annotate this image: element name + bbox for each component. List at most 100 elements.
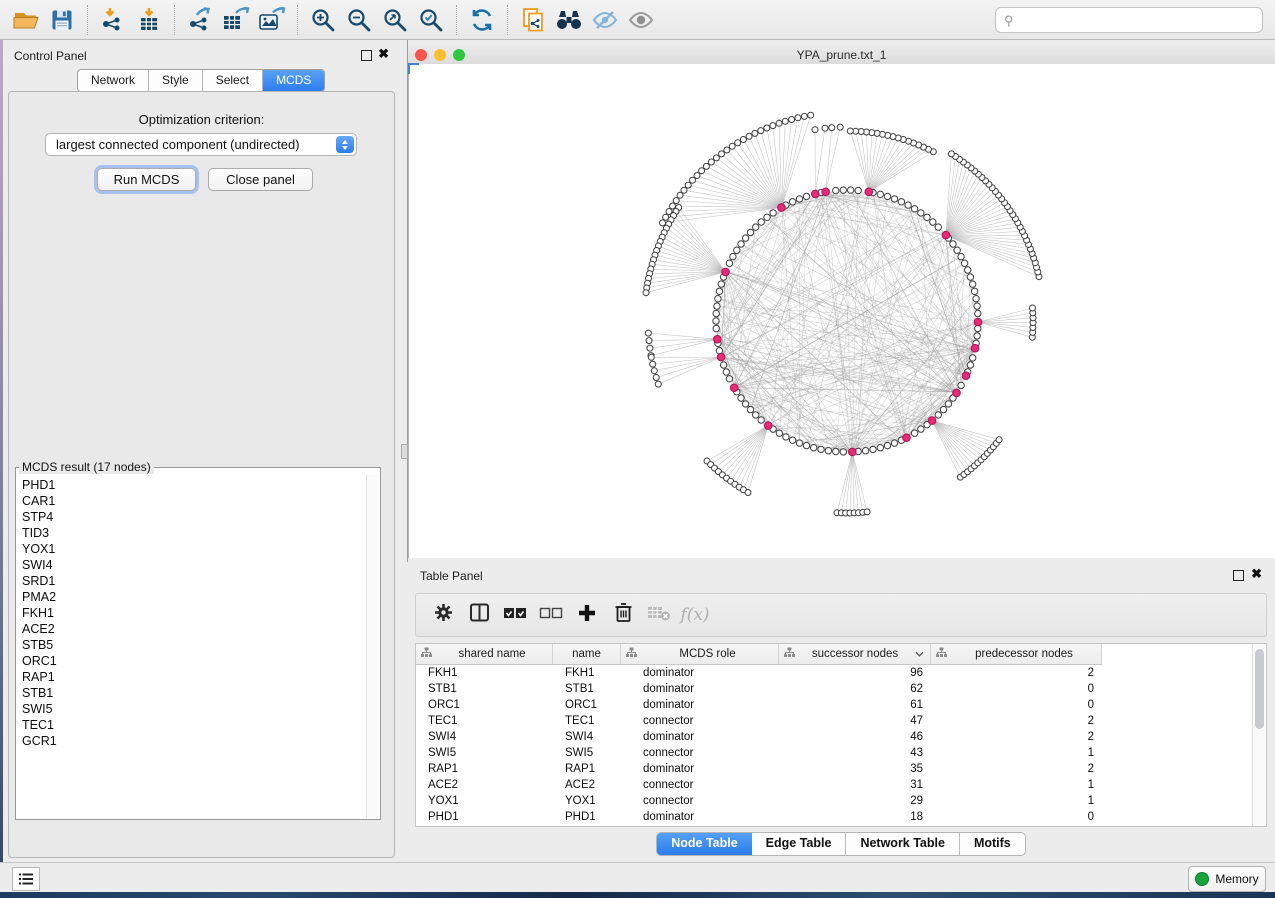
mcds-result-item[interactable]: SWI5: [17, 701, 366, 717]
mcds-result-item[interactable]: GCR1: [17, 733, 366, 749]
column-header-shared-name[interactable]: shared name: [416, 644, 553, 664]
cell-MCDS-role: connector: [621, 715, 779, 727]
duplicate-network-button[interactable]: [515, 4, 551, 36]
tab-motifs[interactable]: Motifs: [960, 833, 1025, 855]
column-header-name[interactable]: name: [553, 644, 621, 664]
table-scrollbar-thumb[interactable]: [1255, 649, 1264, 729]
add-column-icon: [577, 603, 597, 628]
mcds-result-item[interactable]: PMA2: [17, 589, 366, 605]
table-row[interactable]: FKH1FKH1dominator962: [416, 665, 1266, 681]
cell-MCDS-role: dominator: [621, 667, 779, 679]
cell-shared-name: YOX1: [416, 795, 553, 807]
search-box[interactable]: ⚲: [995, 7, 1263, 33]
table-row[interactable]: STB1STB1dominator620: [416, 681, 1266, 697]
mcds-result-item[interactable]: TID3: [17, 525, 366, 541]
column-view-button[interactable]: [464, 600, 494, 630]
tab-edge-table[interactable]: Edge Table: [752, 833, 847, 855]
table-row[interactable]: PHD1PHD1dominator180: [416, 809, 1266, 825]
mcds-result-item[interactable]: PHD1: [17, 477, 366, 493]
zoom-fit-button[interactable]: [377, 4, 413, 36]
tab-network[interactable]: Network: [78, 70, 149, 91]
tab-style[interactable]: Style: [149, 70, 203, 91]
float-panel-icon[interactable]: [361, 50, 372, 61]
mcds-result-item[interactable]: TEC1: [17, 717, 366, 733]
export-network-button[interactable]: [182, 4, 218, 36]
zoom-out-button[interactable]: [341, 4, 377, 36]
find-button[interactable]: [551, 4, 587, 36]
delete-column-button[interactable]: [608, 600, 638, 630]
table-row[interactable]: ACE2ACE2connector311: [416, 777, 1266, 793]
settings-button[interactable]: [428, 600, 458, 630]
mcds-result-item[interactable]: YOX1: [17, 541, 366, 557]
show-all-button[interactable]: [623, 4, 659, 36]
table-row[interactable]: YOX1YOX1connector291: [416, 793, 1266, 809]
tab-network-table[interactable]: Network Table: [846, 833, 960, 855]
table-row[interactable]: RAP1RAP1dominator352: [416, 761, 1266, 777]
cell-MCDS-role: dominator: [621, 811, 779, 823]
search-icon: ⚲: [1004, 14, 1014, 27]
table-toolbar: f(x): [415, 593, 1267, 637]
select-all-columns-button[interactable]: [500, 600, 530, 630]
sort-desc-icon: [915, 648, 924, 660]
close-panel-button[interactable]: Close panel: [208, 168, 313, 191]
show-panels-button[interactable]: [12, 867, 40, 891]
cell-successor-nodes: 29: [779, 795, 931, 807]
refresh-button[interactable]: [464, 4, 500, 36]
save-icon: [50, 8, 74, 32]
mcds-list-scrollbar[interactable]: [366, 475, 379, 818]
mcds-result-item[interactable]: RAP1: [17, 669, 366, 685]
save-button[interactable]: [44, 4, 80, 36]
table-row[interactable]: SWI5SWI5connector431: [416, 745, 1266, 761]
network-canvas[interactable]: [408, 64, 1275, 558]
import-table-button[interactable]: [131, 4, 167, 36]
status-bar: Memory: [0, 862, 1275, 893]
close-table-panel-icon[interactable]: ✖: [1251, 567, 1262, 580]
zoom-selected-button[interactable]: [413, 4, 449, 36]
table-row[interactable]: TEC1TEC1connector472: [416, 713, 1266, 729]
cell-shared-name: SWI5: [416, 747, 553, 759]
table-scrollbar[interactable]: [1252, 644, 1266, 826]
optimization-criterion-select[interactable]: largest connected component (undirected): [45, 133, 357, 156]
cell-shared-name: TEC1: [416, 715, 553, 727]
cell-successor-nodes: 46: [779, 731, 931, 743]
toolbar-separator: [174, 5, 175, 35]
mcds-result-item[interactable]: ORC1: [17, 653, 366, 669]
control-panel-title: Control Panel: [14, 49, 87, 63]
tab-mcds[interactable]: MCDS: [263, 70, 324, 91]
import-network-button[interactable]: [95, 4, 131, 36]
column-label: successor nodes: [795, 648, 915, 660]
mcds-result-item[interactable]: STP4: [17, 509, 366, 525]
mcds-result-item[interactable]: STB5: [17, 637, 366, 653]
column-header-MCDS-role[interactable]: MCDS role: [621, 644, 779, 664]
mcds-result-item[interactable]: STB1: [17, 685, 366, 701]
memory-button[interactable]: Memory: [1188, 866, 1266, 892]
column-header-predecessor-nodes[interactable]: predecessor nodes: [931, 644, 1102, 664]
unselect-all-columns-button[interactable]: [536, 600, 566, 630]
cell-MCDS-role: dominator: [621, 731, 779, 743]
column-header-successor-nodes[interactable]: successor nodes: [779, 644, 931, 664]
tab-node-table[interactable]: Node Table: [657, 833, 751, 855]
export-table-button[interactable]: [218, 4, 254, 36]
network-window-titlebar[interactable]: YPA_prune.txt_1: [408, 45, 1275, 65]
add-column-button[interactable]: [572, 600, 602, 630]
tab-select[interactable]: Select: [203, 70, 263, 91]
cell-shared-name: RAP1: [416, 763, 553, 775]
mcds-result-item[interactable]: SWI4: [17, 557, 366, 573]
cell-successor-nodes: 62: [779, 683, 931, 695]
mcds-result-item[interactable]: SRD1: [17, 573, 366, 589]
run-mcds-button[interactable]: Run MCDS: [97, 168, 196, 191]
open-button[interactable]: [8, 4, 44, 36]
splitter-collapse-handle[interactable]: [401, 444, 408, 459]
table-row[interactable]: SWI4SWI4dominator462: [416, 729, 1266, 745]
hide-selected-button[interactable]: [587, 4, 623, 36]
cell-shared-name: STB1: [416, 683, 553, 695]
zoom-in-button[interactable]: [305, 4, 341, 36]
close-panel-icon[interactable]: ✖: [378, 47, 389, 60]
mcds-result-item[interactable]: FKH1: [17, 605, 366, 621]
float-table-panel-icon[interactable]: [1233, 570, 1244, 581]
mcds-result-item[interactable]: ACE2: [17, 621, 366, 637]
table-row[interactable]: ORC1ORC1dominator610: [416, 697, 1266, 713]
export-image-button[interactable]: [254, 4, 290, 36]
mcds-result-item[interactable]: CAR1: [17, 493, 366, 509]
search-input[interactable]: [1014, 12, 1262, 28]
